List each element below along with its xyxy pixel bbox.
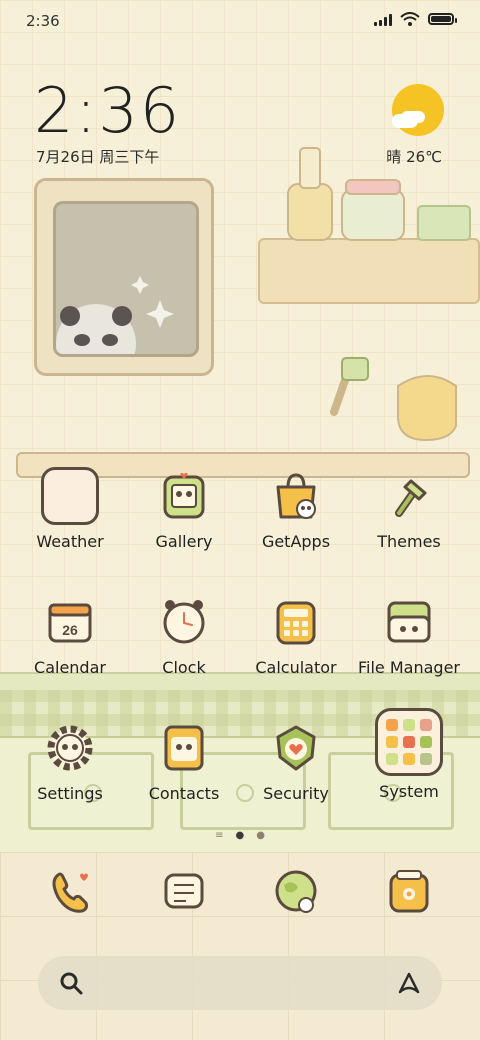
assistant-icon[interactable] (396, 970, 422, 996)
wallpaper-mirror (34, 178, 214, 376)
calendar-badge: 26 (62, 622, 78, 638)
phone-icon (44, 866, 96, 918)
signal-icon (374, 13, 392, 26)
app-system-folder[interactable]: System (353, 708, 465, 801)
app-clock[interactable]: Clock (128, 592, 240, 677)
app-calculator[interactable]: Calculator (240, 592, 352, 677)
weather-icon (40, 466, 100, 526)
dock-phone[interactable] (14, 866, 126, 918)
app-label: Calendar (34, 658, 106, 677)
cloud-icon (392, 114, 418, 128)
app-label: Security (263, 784, 329, 803)
calculator-icon (266, 592, 326, 652)
app-contacts[interactable]: Contacts (128, 718, 240, 803)
page-dot[interactable]: ● (256, 830, 265, 841)
gallery-icon (154, 466, 214, 526)
status-bar: 2:36 (0, 0, 480, 40)
app-label: File Manager (358, 658, 460, 677)
contacts-icon (154, 718, 214, 778)
app-calendar[interactable]: 26 Calendar (14, 592, 126, 677)
wallpaper-jars (287, 147, 471, 241)
message-icon (158, 866, 210, 918)
folder-grid-icon (375, 708, 443, 776)
wifi-icon (400, 12, 420, 26)
app-gallery[interactable]: Gallery (128, 466, 240, 551)
weather-widget-text[interactable]: 晴 26℃ (386, 146, 442, 167)
dock-browser[interactable] (240, 866, 352, 918)
page-indicator[interactable]: ≡ ● ● (0, 830, 480, 841)
app-label: Clock (162, 658, 206, 677)
wallpaper-shelf-upper (258, 238, 480, 304)
status-icons (374, 12, 457, 26)
app-security[interactable]: Security (240, 718, 352, 803)
app-label: Weather (36, 532, 104, 551)
calendar-icon: 26 (40, 592, 100, 652)
app-label: Themes (377, 532, 441, 551)
clock-widget-time[interactable]: 2:36 (34, 74, 181, 147)
status-time: 2:36 (26, 12, 60, 30)
shopping-bag-icon (266, 466, 326, 526)
store-icon (383, 866, 435, 918)
paintbrush-icon (379, 466, 439, 526)
app-settings[interactable]: Settings (14, 718, 126, 803)
sunny-cloud-icon[interactable] (392, 84, 444, 136)
search-icon[interactable] (58, 970, 84, 996)
clock-widget-date[interactable]: 7月26日 周三下午 (36, 146, 159, 167)
dock-messages[interactable] (128, 866, 240, 918)
globe-icon (270, 866, 322, 918)
app-label: Gallery (155, 532, 213, 551)
search-bar[interactable] (38, 956, 442, 1010)
app-label: Calculator (255, 658, 337, 677)
clock-icon (154, 592, 214, 652)
folder-icon (379, 592, 439, 652)
home-screen: 2:36 2:36 7月26日 周三下午 晴 26℃ Weather Galle… (0, 0, 480, 1040)
app-label: Contacts (148, 784, 220, 803)
page-list-icon[interactable]: ≡ (215, 830, 223, 841)
panda-illustration (56, 276, 174, 354)
shield-icon (266, 718, 326, 778)
app-label: Settings (37, 784, 103, 803)
gear-icon (40, 718, 100, 778)
battery-icon (428, 13, 457, 25)
app-label: GetApps (261, 532, 331, 551)
app-themes[interactable]: Themes (353, 466, 465, 551)
app-file-manager[interactable]: File Manager (353, 592, 465, 677)
wallpaper-hanging-tools (330, 357, 457, 442)
app-getapps[interactable]: GetApps (240, 466, 352, 551)
app-weather[interactable]: Weather (14, 466, 126, 551)
app-label: System (379, 782, 439, 801)
dock-app-store[interactable] (353, 866, 465, 918)
mirror-glass (53, 201, 199, 357)
page-dot-active[interactable]: ● (235, 830, 244, 841)
